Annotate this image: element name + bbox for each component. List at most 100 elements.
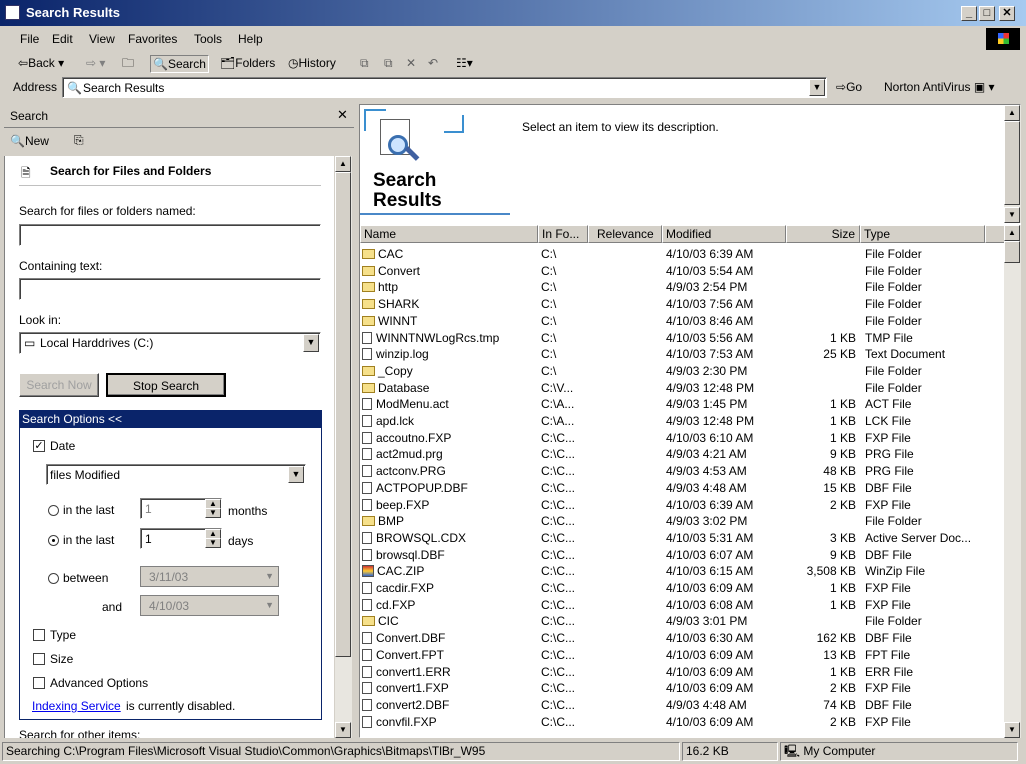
result-row[interactable]: cacdir.FXP C:\C... 4/10/03 6:09 AM 1 KB FXP … [360,580,1005,597]
search-options-icon[interactable]: ⎘ [74,133,84,148]
delete-icon[interactable]: ✕ [406,55,416,73]
results-scroll-up-button[interactable]: ▲ [1004,225,1020,241]
days-down-button[interactable]: ▼ [205,538,221,548]
date-checkbox[interactable]: ✓ [33,440,45,452]
result-row[interactable]: cd.FXP C:\C... 4/10/03 6:08 AM 1 KB FXP File [360,597,1005,614]
maximize-button[interactable]: □ [979,6,995,21]
address-field[interactable]: 🔍 Search Results ▼ [62,77,827,98]
result-row[interactable]: convfil.FXP C:\C... 4/10/03 6:09 AM 2 KB FXP… [360,714,1005,731]
undo-icon[interactable]: ↶ [428,55,438,73]
column-modified[interactable]: Modified [662,225,786,243]
result-row[interactable]: Convert C:\ 4/10/03 5:54 AM File Folder [360,263,1005,280]
banner-scroll-thumb[interactable] [1004,121,1020,205]
column-type[interactable]: Type [860,225,985,243]
menu-file[interactable]: File [20,32,39,46]
result-row[interactable]: _Copy C:\ 4/9/03 2:30 PM File Folder [360,363,1005,380]
result-row[interactable]: WINNT C:\ 4/10/03 8:46 AM File Folder [360,313,1005,330]
days-stepper[interactable]: 1 ▲ ▼ [140,528,222,549]
menu-tools[interactable]: Tools [194,32,222,46]
search-button[interactable]: 🔍Search [150,55,209,73]
in-last-days-radio[interactable] [48,535,59,546]
result-row[interactable]: Convert.DBF C:\C... 4/10/03 6:30 AM 162 KB D… [360,630,1005,647]
scroll-up-button[interactable]: ▲ [335,156,351,172]
norton-antivirus-button[interactable]: Norton AntiVirus ▣ ▾ [884,80,995,94]
result-row[interactable]: beep.FXP C:\C... 4/10/03 6:39 AM 2 KB FXP Fi… [360,497,1005,514]
file-name-input[interactable] [19,224,321,246]
result-row[interactable]: CIC C:\C... 4/9/03 3:01 PM File Folder [360,613,1005,630]
menu-edit[interactable]: Edit [52,32,73,46]
result-row[interactable]: Database C:\V... 4/9/03 12:48 PM File Folde… [360,380,1005,397]
result-row[interactable]: winzip.log C:\ 4/10/03 7:53 AM 25 KB Text Do… [360,346,1005,363]
address-dropdown-button[interactable]: ▼ [809,79,825,96]
menu-view[interactable]: View [89,32,115,46]
results-scroll-thumb[interactable] [1004,241,1020,263]
result-row[interactable]: Convert.FPT C:\C... 4/10/03 6:09 AM 13 KB FP… [360,647,1005,664]
result-row[interactable]: ACTPOPUP.DBF C:\C... 4/9/03 4:48 AM 15 KB DB… [360,480,1005,497]
months-down-button[interactable]: ▼ [205,508,221,518]
result-row[interactable]: browsql.DBF C:\C... 4/10/03 6:07 AM 9 KB DBF… [360,547,1005,564]
months-stepper[interactable]: 1 ▲ ▼ [140,498,222,519]
result-row[interactable]: act2mud.prg C:\C... 4/9/03 4:21 AM 9 KB PRG … [360,446,1005,463]
search-options-header[interactable]: Search Options << [20,411,321,428]
banner-scroll-up-button[interactable]: ▲ [1004,105,1020,121]
results-scrollbar[interactable]: ▲ ▼ [1004,225,1021,738]
up-folder-button[interactable]: 🗀 [122,55,134,73]
result-row[interactable]: CAC.ZIP C:\C... 4/10/03 6:15 AM 3,508 KB Win… [360,563,1005,580]
between-to-date[interactable]: 4/10/03 ▼ [140,595,279,616]
banner-scroll-down-button[interactable]: ▼ [1004,207,1020,223]
between-from-date[interactable]: 3/11/03 ▼ [140,566,279,587]
result-row[interactable]: WINNTNWLogRcs.tmp C:\ 4/10/03 5:56 AM 1 KB T… [360,330,1005,347]
result-row[interactable]: accoutno.FXP C:\C... 4/10/03 6:10 AM 1 KB FX… [360,430,1005,447]
go-button[interactable]: ⇨Go [836,80,862,94]
copy-to-icon[interactable]: ⧉ [384,55,393,73]
advanced-options-checkbox[interactable] [33,677,45,689]
between-radio[interactable] [48,573,59,584]
file-icon [362,431,372,444]
cell-in: C:\C... [541,664,576,679]
scroll-thumb[interactable] [335,172,351,657]
column-relevance[interactable]: Relevance [588,225,662,243]
minimize-button[interactable]: _ [961,6,977,21]
result-row[interactable]: SHARK C:\ 4/10/03 7:56 AM File Folder [360,296,1005,313]
results-scroll-down-button[interactable]: ▼ [1004,722,1020,738]
look-in-select[interactable]: ▭ Local Harddrives (C:) ▼ [19,332,321,354]
views-button[interactable]: ☷▾ [456,55,473,73]
result-row[interactable]: convert1.FXP C:\C... 4/10/03 6:09 AM 2 KB FX… [360,680,1005,697]
scroll-down-button[interactable]: ▼ [335,722,351,738]
result-row[interactable]: CAC C:\ 4/10/03 6:39 AM File Folder [360,246,1005,263]
menu-help[interactable]: Help [238,32,263,46]
result-row[interactable]: actconv.PRG C:\C... 4/9/03 4:53 AM 48 KB PRG… [360,463,1005,480]
look-in-dropdown-button[interactable]: ▼ [303,334,319,352]
in-last-months-radio[interactable] [48,505,59,516]
result-row[interactable]: ModMenu.act C:\A... 4/9/03 1:45 PM 1 KB ACT … [360,396,1005,413]
result-row[interactable]: http C:\ 4/9/03 2:54 PM File Folder [360,279,1005,296]
status-size: 16.2 KB [682,742,778,761]
result-row[interactable]: apd.lck C:\A... 4/9/03 12:48 PM 1 KB LCK Fil… [360,413,1005,430]
indexing-service-link[interactable]: Indexing Service [32,699,121,713]
menu-favorites[interactable]: Favorites [128,32,177,46]
search-pane-scrollbar[interactable]: ▲ ▼ [335,156,352,738]
containing-text-input[interactable] [19,278,321,300]
result-row[interactable]: convert2.DBF C:\C... 4/9/03 4:48 AM 74 KB DB… [360,697,1005,714]
date-mode-select[interactable]: files Modified ▼ [46,464,306,485]
type-checkbox[interactable] [33,629,45,641]
move-to-icon[interactable]: ⧉ [360,55,369,73]
back-button[interactable]: ⇦Back ▾ [18,55,64,73]
search-now-button[interactable]: Search Now [19,373,99,397]
close-button[interactable]: ✕ [999,6,1015,21]
close-pane-icon[interactable]: ✕ [337,107,348,123]
result-row[interactable]: BMP C:\C... 4/9/03 3:02 PM File Folder [360,513,1005,530]
date-mode-dropdown-button[interactable]: ▼ [288,466,304,483]
result-row[interactable]: BROWSQL.CDX C:\C... 4/10/03 5:31 AM 3 KB Act… [360,530,1005,547]
result-row[interactable]: convert1.ERR C:\C... 4/10/03 6:09 AM 1 KB ER… [360,664,1005,681]
folders-button[interactable]: 🗂Folders [220,55,275,73]
column-size[interactable]: Size [786,225,860,243]
size-checkbox[interactable] [33,653,45,665]
history-button[interactable]: ◷History [288,55,336,73]
banner-scrollbar[interactable]: ▲ ▼ [1004,105,1021,223]
column-in-folder[interactable]: In Fo... [538,225,588,243]
new-search-button[interactable]: 🔍New [10,134,49,148]
stop-search-button[interactable]: Stop Search [106,373,226,397]
column-name[interactable]: Name [360,225,538,243]
forward-button[interactable]: ⇨ ▾ [86,55,105,73]
